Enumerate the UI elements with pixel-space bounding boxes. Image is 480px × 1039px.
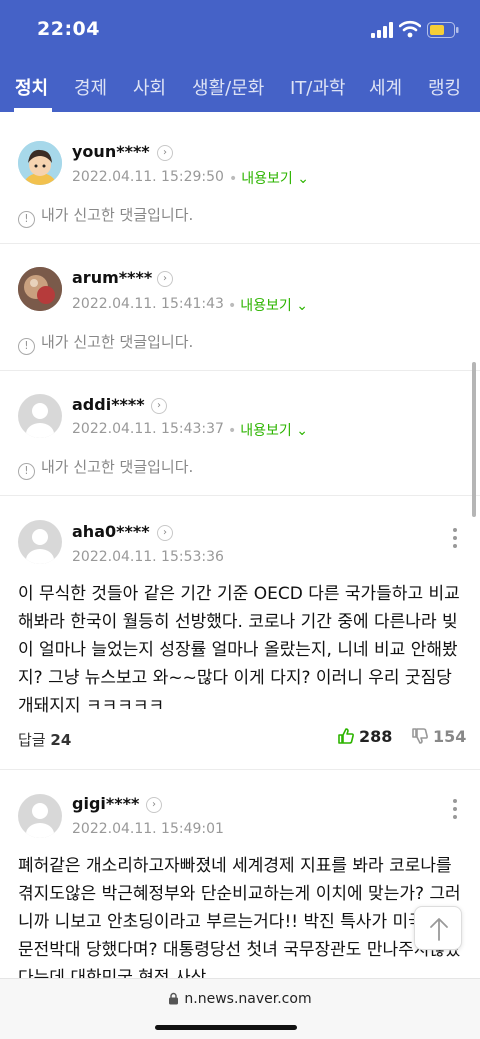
comment-date: 2022.04.11. 15:29:50 (72, 169, 224, 185)
comment-date: 2022.04.11. 15:53:36 (72, 549, 224, 565)
more-options-icon[interactable] (451, 528, 459, 550)
comment-item: youn**** › 2022.04.11. 15:29:50 • 내용보기 ⌄ … (0, 112, 480, 244)
tab-ranking[interactable]: 랭킹 (428, 74, 461, 100)
thumbs-up-icon (338, 728, 354, 744)
comment-username[interactable]: gigi**** (72, 794, 139, 813)
comment-username[interactable]: aha0**** (72, 522, 150, 541)
chevron-right-icon[interactable]: › (151, 398, 167, 414)
profile-photo-icon (18, 267, 62, 311)
arrow-up-icon (430, 918, 448, 941)
avatar[interactable] (18, 520, 62, 564)
url-display[interactable]: n.news.naver.com (0, 991, 480, 1007)
comment-item: aha0**** › 2022.04.11. 15:53:36 이 무식한 것들… (0, 496, 480, 770)
dislike-button[interactable]: 154 (411, 727, 466, 746)
reported-notice: ! 내가 신고한 댓글입니다. (18, 331, 193, 355)
show-content-link[interactable]: • 내용보기 ⌄ (228, 420, 308, 440)
url-domain: n.news.naver.com (184, 991, 312, 1007)
avatar[interactable] (18, 794, 62, 838)
battery-icon (427, 22, 459, 38)
chevron-right-icon[interactable]: › (157, 145, 173, 161)
comment-item: gigi**** › 2022.04.11. 15:49:01 폐허같은 개소리… (0, 770, 480, 978)
scrollbar[interactable] (472, 362, 476, 517)
tab-economy[interactable]: 경제 (74, 74, 107, 100)
show-content-link[interactable]: • 내용보기 ⌄ (228, 295, 308, 315)
tab-it-science[interactable]: IT/과학 (290, 74, 346, 100)
alert-circle-icon: ! (18, 463, 35, 480)
comment-list: youn**** › 2022.04.11. 15:29:50 • 내용보기 ⌄ … (0, 112, 480, 978)
default-user-icon (26, 803, 54, 838)
home-indicator[interactable] (155, 1025, 297, 1030)
alert-circle-icon: ! (18, 338, 35, 355)
avatar[interactable] (18, 267, 62, 311)
more-options-icon[interactable] (451, 799, 459, 821)
reported-notice: ! 내가 신고한 댓글입니다. (18, 204, 193, 228)
comment-item: addi**** › 2022.04.11. 15:43:37 • 내용보기 ⌄ … (0, 371, 480, 496)
tab-society[interactable]: 사회 (133, 74, 166, 100)
wifi-icon (399, 20, 421, 38)
comment-item: arum**** › 2022.04.11. 15:41:43 • 내용보기 ⌄ … (0, 244, 480, 371)
chevron-down-icon: ⌄ (291, 423, 308, 439)
like-button[interactable]: 288 (337, 727, 392, 746)
chevron-down-icon: ⌄ (291, 298, 308, 314)
scroll-to-top-button[interactable] (414, 906, 462, 950)
comment-text: 폐허같은 개소리하고자빠졌네 세계경제 지표를 봐라 코로나를 겪지도않은 박근… (18, 856, 461, 978)
category-tabs: 정치 경제 사회 생활/문화 IT/과학 세계 랭킹 (0, 62, 480, 112)
app-header: 22:04 정치 경제 사회 생활/문화 IT/과학 세계 랭킹 (0, 0, 480, 112)
comment-text: 이 무식한 것들아 같은 기간 기준 OECD 다른 국가들하고 비교해봐라 한… (18, 584, 460, 716)
avatar[interactable] (18, 394, 62, 438)
alert-circle-icon: ! (18, 211, 35, 228)
comment-date: 2022.04.11. 15:49:01 (72, 821, 224, 837)
reported-notice: ! 내가 신고한 댓글입니다. (18, 456, 193, 480)
chevron-right-icon[interactable]: › (157, 271, 173, 287)
comment-username[interactable]: addi**** (72, 395, 145, 414)
show-content-link[interactable]: • 내용보기 ⌄ (229, 168, 309, 188)
status-time: 22:04 (37, 18, 100, 40)
comment-username[interactable]: youn**** (72, 142, 150, 161)
avatar[interactable] (18, 141, 62, 185)
comment-date: 2022.04.11. 15:41:43 (72, 296, 224, 312)
browser-url-bar[interactable]: n.news.naver.com (0, 978, 480, 1039)
comment-date: 2022.04.11. 15:43:37 (72, 421, 224, 437)
lock-icon (169, 992, 179, 1005)
cellular-signal-icon (371, 22, 393, 38)
profile-cartoon-icon (18, 141, 62, 185)
tab-politics[interactable]: 정치 (15, 74, 48, 100)
tab-world[interactable]: 세계 (369, 74, 402, 100)
chevron-right-icon[interactable]: › (157, 525, 173, 541)
reply-button[interactable]: 답글 24 (18, 729, 71, 750)
default-user-icon (26, 403, 54, 438)
tab-life-culture[interactable]: 생활/문화 (192, 74, 264, 100)
default-user-icon (26, 529, 54, 564)
chevron-right-icon[interactable]: › (146, 797, 162, 813)
thumbs-down-icon (412, 728, 428, 744)
chevron-down-icon: ⌄ (292, 171, 309, 187)
status-bar: 22:04 (0, 0, 480, 62)
comment-username[interactable]: arum**** (72, 268, 152, 287)
